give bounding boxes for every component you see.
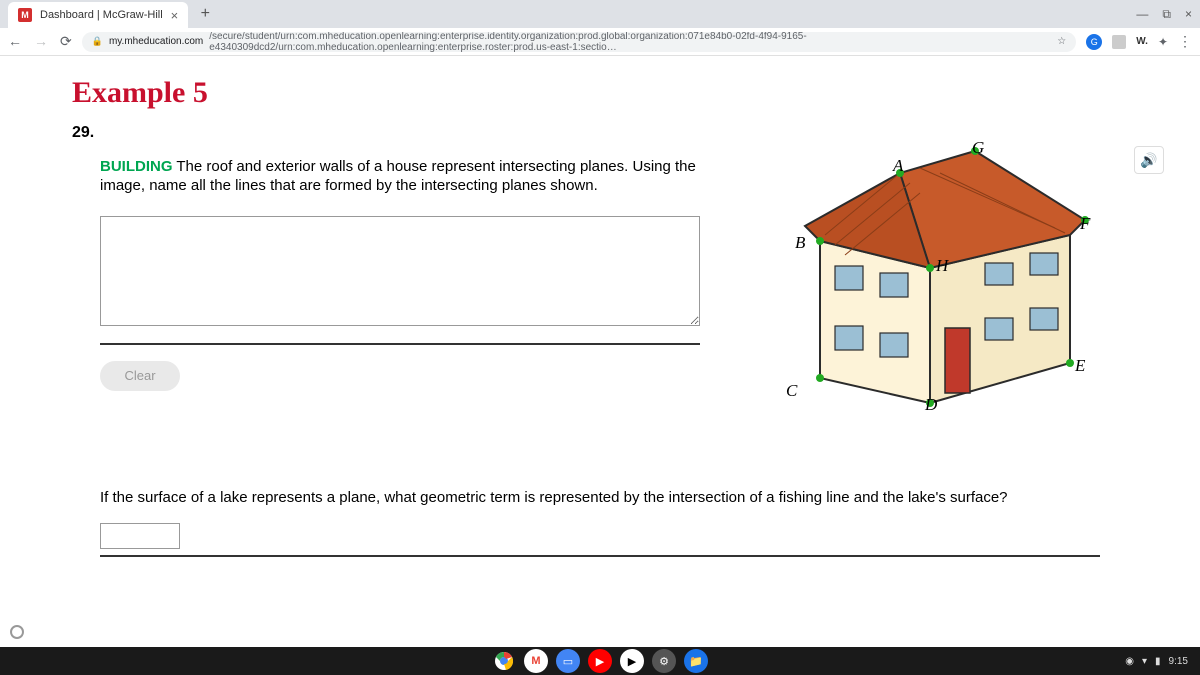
page-content: 🔊 Example 5 29. BUILDING The roof and ex…	[0, 56, 1200, 647]
extensions-puzzle-icon[interactable]: ✦	[1158, 35, 1168, 49]
answer-textarea[interactable]	[100, 216, 700, 326]
youtube-app-icon[interactable]: ▶	[588, 649, 612, 673]
label-d: D	[925, 395, 937, 415]
restore-icon[interactable]: ⧉	[1162, 7, 1171, 22]
label-a: A	[893, 156, 903, 176]
battery-icon[interactable]: ▮	[1155, 656, 1161, 667]
launcher-icon[interactable]	[10, 625, 24, 639]
divider	[100, 343, 700, 345]
label-e: E	[1075, 356, 1085, 376]
reload-icon[interactable]: ⟳	[60, 33, 72, 50]
browser-tab[interactable]: M Dashboard | McGraw-Hill ×	[8, 2, 188, 28]
notification-icon[interactable]: ◉	[1125, 656, 1134, 667]
tab-title: Dashboard | McGraw-Hill	[40, 9, 163, 21]
url-path: /secure/student/urn:com.mheducation.open…	[209, 32, 1051, 52]
label-f: F	[1080, 214, 1090, 234]
grammarly-icon[interactable]: G	[1086, 34, 1102, 50]
gmail-app-icon[interactable]: M	[524, 649, 548, 673]
docs-app-icon[interactable]: ▭	[556, 649, 580, 673]
close-window-icon[interactable]: ×	[1185, 7, 1192, 22]
question-text: BUILDING The roof and exterior walls of …	[100, 158, 720, 196]
house-illustration: A G B H F E D C	[790, 138, 1090, 418]
question-tag: BUILDING	[100, 158, 173, 175]
address-bar[interactable]: 🔒 my.mheducation.com/secure/student/urn:…	[82, 32, 1077, 52]
tab-close-icon[interactable]: ×	[171, 8, 179, 23]
minimize-icon[interactable]: —	[1136, 7, 1148, 22]
label-b: B	[795, 233, 805, 253]
files-app-icon[interactable]: 📁	[684, 649, 708, 673]
lock-icon: 🔒	[92, 36, 103, 47]
tab-favicon: M	[18, 8, 32, 22]
question-2-text: If the surface of a lake represents a pl…	[100, 489, 1100, 508]
label-g: G	[972, 138, 984, 158]
forward-icon[interactable]: →	[34, 33, 48, 50]
extension-icon[interactable]	[1112, 35, 1126, 49]
settings-app-icon[interactable]: ⚙	[652, 649, 676, 673]
browser-toolbar: ← → ⟳ 🔒 my.mheducation.com/secure/studen…	[0, 28, 1200, 56]
clear-button[interactable]: Clear	[100, 361, 180, 391]
bookmark-star-icon[interactable]: ☆	[1057, 36, 1066, 47]
menu-dots-icon[interactable]: ⋮	[1178, 33, 1192, 50]
answer-input-2[interactable]	[100, 523, 180, 549]
url-domain: my.mheducation.com	[109, 36, 203, 47]
back-icon[interactable]: ←	[8, 33, 22, 50]
divider-2	[100, 555, 1100, 557]
wifi-icon[interactable]: ▾	[1142, 656, 1147, 667]
new-tab-button[interactable]: +	[194, 3, 216, 25]
label-h: H	[936, 256, 948, 276]
page-title: Example 5	[72, 76, 1128, 110]
extension-w-icon[interactable]: W.	[1136, 36, 1148, 47]
browser-tab-strip: M Dashboard | McGraw-Hill × + — ⧉ ×	[0, 0, 1200, 28]
play-app-icon[interactable]: ▶	[620, 649, 644, 673]
window-controls: — ⧉ ×	[1136, 7, 1192, 22]
audio-button[interactable]: 🔊	[1134, 146, 1164, 174]
taskbar: M ▭ ▶ ▶ ⚙ 📁 ◉ ▾ ▮ 9:15	[0, 647, 1200, 675]
clock: 9:15	[1169, 656, 1188, 667]
chrome-app-icon[interactable]	[492, 649, 516, 673]
label-c: C	[786, 381, 797, 401]
system-tray[interactable]: ◉ ▾ ▮ 9:15	[1125, 656, 1188, 667]
